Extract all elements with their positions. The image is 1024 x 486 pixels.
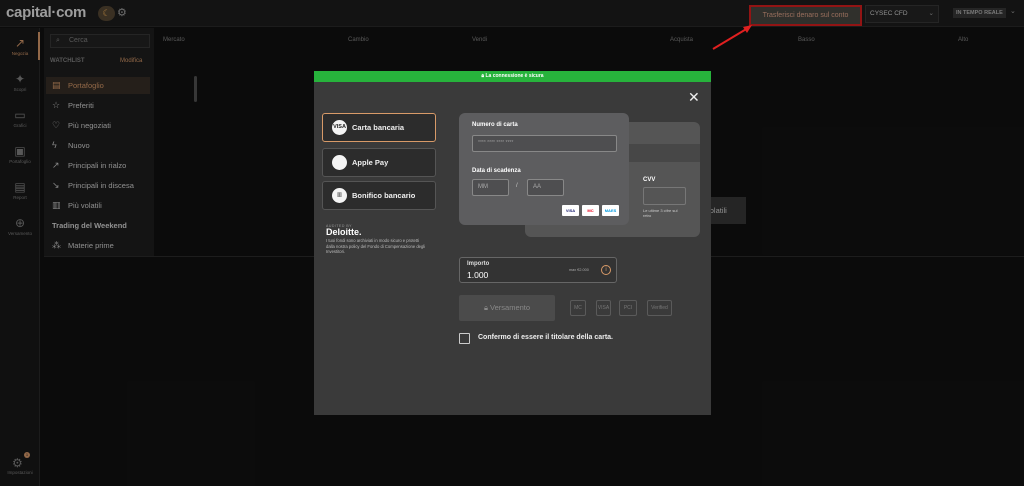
close-icon[interactable]: ✕ <box>688 90 700 104</box>
secure-text: La connessione è sicura <box>485 73 544 79</box>
maestro-icon: MAES <box>602 205 619 216</box>
funds-protection-text: I tuoi fondi sono archiviati in modo sic… <box>326 238 426 254</box>
method-label: Apple Pay <box>352 158 389 167</box>
expiry-month-input[interactable]: MM <box>472 179 509 196</box>
amount-value: 1.000 <box>467 270 489 280</box>
method-apple-pay-button[interactable]: Apple Pay <box>322 148 436 177</box>
card-number-label: Numero di carta <box>472 122 518 128</box>
method-card-button[interactable]: VISA Carta bancaria <box>322 113 436 142</box>
confirm-holder-checkbox[interactable] <box>459 333 470 344</box>
amount-max: max €2.000 <box>569 268 589 272</box>
expiry-label: Data di scadenza <box>472 168 521 174</box>
mastercard-logo-icon: MC <box>570 300 586 316</box>
info-icon[interactable]: i <box>601 265 611 275</box>
expiry-separator: / <box>516 183 518 189</box>
visa-card-icon: VISA <box>332 120 347 135</box>
visa-logo-icon: VISA <box>596 300 611 316</box>
cvv-input[interactable] <box>643 187 686 205</box>
card-number-input[interactable]: **** **** **** **** <box>472 135 617 152</box>
method-label: Carta bancaria <box>352 123 405 132</box>
annotation-arrow-icon <box>712 25 752 50</box>
pci-logo-icon: PCI <box>619 300 637 316</box>
cvv-label: CVV <box>643 177 656 183</box>
deposit-button-label: Versamento <box>490 303 531 312</box>
mastercard-icon: MC <box>582 205 599 216</box>
deposit-modal: 🔒︎ La connessione è sicura ✕ VISA Carta … <box>314 71 711 415</box>
deloitte-logo: Deloitte. <box>326 227 362 237</box>
confirm-holder-label[interactable]: Confermo di essere il titolare della car… <box>478 334 613 341</box>
card-front: Numero di carta **** **** **** **** Data… <box>459 113 629 225</box>
deposit-button[interactable]: 🔒︎ Versamento <box>459 295 555 321</box>
visa-icon: VISA <box>562 205 579 216</box>
amount-field[interactable]: Importo 1.000 max €2.000 i <box>459 257 617 283</box>
cvv-help-text: Le ultime 3 cifre sul retro <box>643 208 678 218</box>
verified-logo-icon: Verified <box>647 300 672 316</box>
amount-label: Importo <box>467 261 490 267</box>
method-label: Bonifico bancario <box>352 191 416 200</box>
method-bank-transfer-button[interactable]: ▥ Bonifico bancario <box>322 181 436 210</box>
apple-icon <box>332 155 347 170</box>
secure-connection-bar: 🔒︎ La connessione è sicura <box>314 71 711 82</box>
bank-icon: ▥ <box>332 188 347 203</box>
expiry-year-input[interactable]: AA <box>527 179 564 196</box>
